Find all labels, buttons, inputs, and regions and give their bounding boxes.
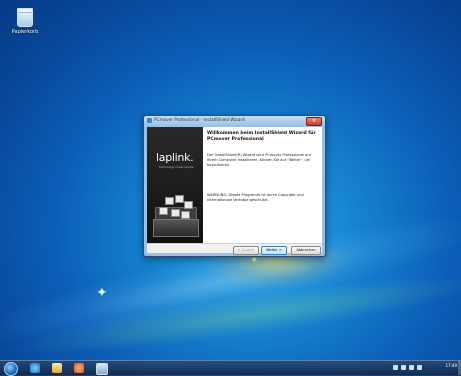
wallpaper-green-streak [9,261,461,369]
explorer-folder-icon[interactable] [52,363,62,373]
back-button[interactable]: < Zurück [233,246,259,255]
dialog-title: PCmover Professional - InstallShield Wiz… [154,117,245,122]
welcome-heading: Willkommen beim InstallShield Wizard für… [207,131,316,142]
file-card-icon [171,209,180,217]
file-card-icon [159,207,168,215]
logo-tagline: technology made simple [159,165,194,169]
installer-taskbar-icon[interactable] [96,363,108,375]
file-card-icon [175,195,184,203]
sparkle-icon: ✦ [96,285,108,301]
brand-panel: laplink. technology made simple [147,127,203,243]
volume-icon[interactable] [417,365,422,370]
media-player-icon[interactable] [74,363,84,373]
folder-front [153,219,199,237]
network-icon[interactable] [409,365,414,370]
copyright-warning: WARNUNG: Dieses Programm ist durch Copyr… [207,193,304,202]
file-card-icon [165,197,174,205]
taskbar: 17:49 [0,360,461,376]
welcome-description: Der InstallShield(R) Wizard wird PCmover… [207,153,311,167]
footer-divider [147,243,322,244]
clock[interactable]: 17:49 [445,363,457,368]
app-icon [147,118,152,123]
next-button[interactable]: Weiter > [261,246,287,255]
file-card-icon [184,201,193,209]
dialog-client-area: laplink. technology made simple Willkomm… [147,127,322,255]
sparkle-icon: ✦ [250,255,259,266]
internet-explorer-icon[interactable] [30,363,40,373]
installer-dialog: PCmover Professional - InstallShield Wiz… [143,115,326,257]
close-button[interactable]: × [306,117,322,126]
cancel-button[interactable]: Abbrechen [291,246,321,255]
laplink-logo: laplink. [156,151,194,164]
dialog-titlebar[interactable]: PCmover Professional - InstallShield Wiz… [144,116,325,126]
file-card-icon [181,211,190,219]
recycle-bin-icon [17,8,33,27]
flag-icon[interactable] [401,365,406,370]
welcome-panel: Willkommen beim InstallShield Wizard für… [203,127,322,243]
folder-graphic-icon [151,195,199,237]
system-tray: 17:49 [381,361,461,375]
tray-icon[interactable] [393,365,398,370]
desktop-icon-recycle-bin[interactable]: Papierkorb [10,8,40,35]
recycle-bin-label: Papierkorb [11,29,39,35]
